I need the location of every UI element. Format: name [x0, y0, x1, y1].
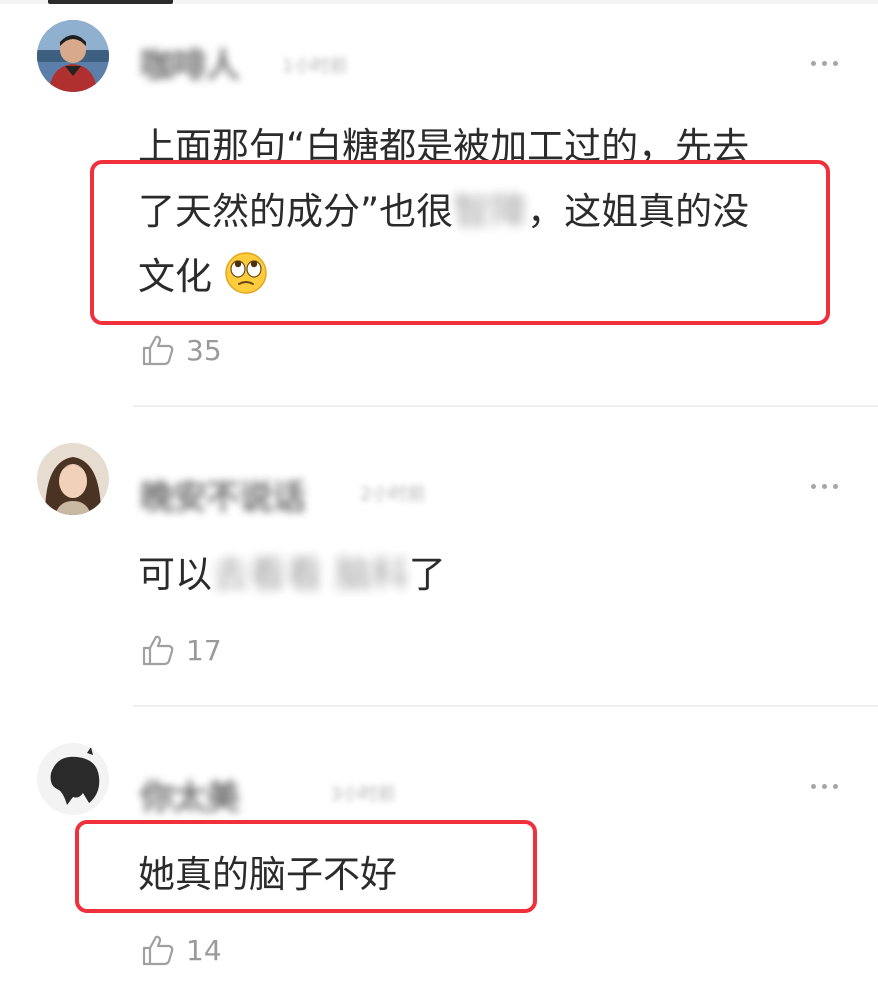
censored-text: 脑科	[334, 553, 409, 596]
censored-text: 去看看	[212, 553, 323, 596]
more-dots-icon	[810, 783, 816, 789]
comment-text-segment: 可以	[138, 553, 212, 596]
timestamp: 3小时前	[330, 784, 396, 805]
avatar[interactable]	[37, 443, 109, 515]
divider	[133, 405, 878, 407]
highlight-box	[75, 820, 537, 913]
more-options-button[interactable]	[800, 48, 848, 78]
like-count: 35	[186, 333, 222, 367]
comment-text: 可以去看看 脑科了	[138, 542, 446, 607]
more-dots-icon	[810, 60, 816, 66]
like-count: 14	[186, 933, 222, 967]
thumbs-up-icon	[142, 935, 174, 966]
like-button[interactable]: 17	[140, 630, 222, 670]
thumbs-up-icon	[142, 335, 174, 366]
active-tab-indicator	[48, 0, 173, 4]
more-options-button[interactable]	[800, 771, 848, 801]
like-button[interactable]: 14	[140, 930, 222, 970]
username[interactable]: 咖啡人	[140, 38, 240, 87]
divider	[133, 705, 878, 707]
thumbs-up-icon	[142, 635, 174, 666]
avatar[interactable]	[37, 743, 109, 815]
more-options-button[interactable]	[800, 471, 848, 501]
more-dots-icon	[810, 483, 816, 489]
timestamp: 2小时前	[360, 484, 426, 505]
avatar[interactable]	[37, 20, 109, 92]
timestamp: 1小时前	[282, 56, 348, 77]
like-count: 17	[186, 633, 222, 667]
like-button[interactable]: 35	[140, 330, 222, 370]
username[interactable]: 你太美	[140, 770, 240, 819]
comment-text-segment: 了	[408, 553, 446, 596]
username[interactable]: 晚安不说话	[140, 470, 306, 519]
highlight-box	[90, 160, 830, 325]
